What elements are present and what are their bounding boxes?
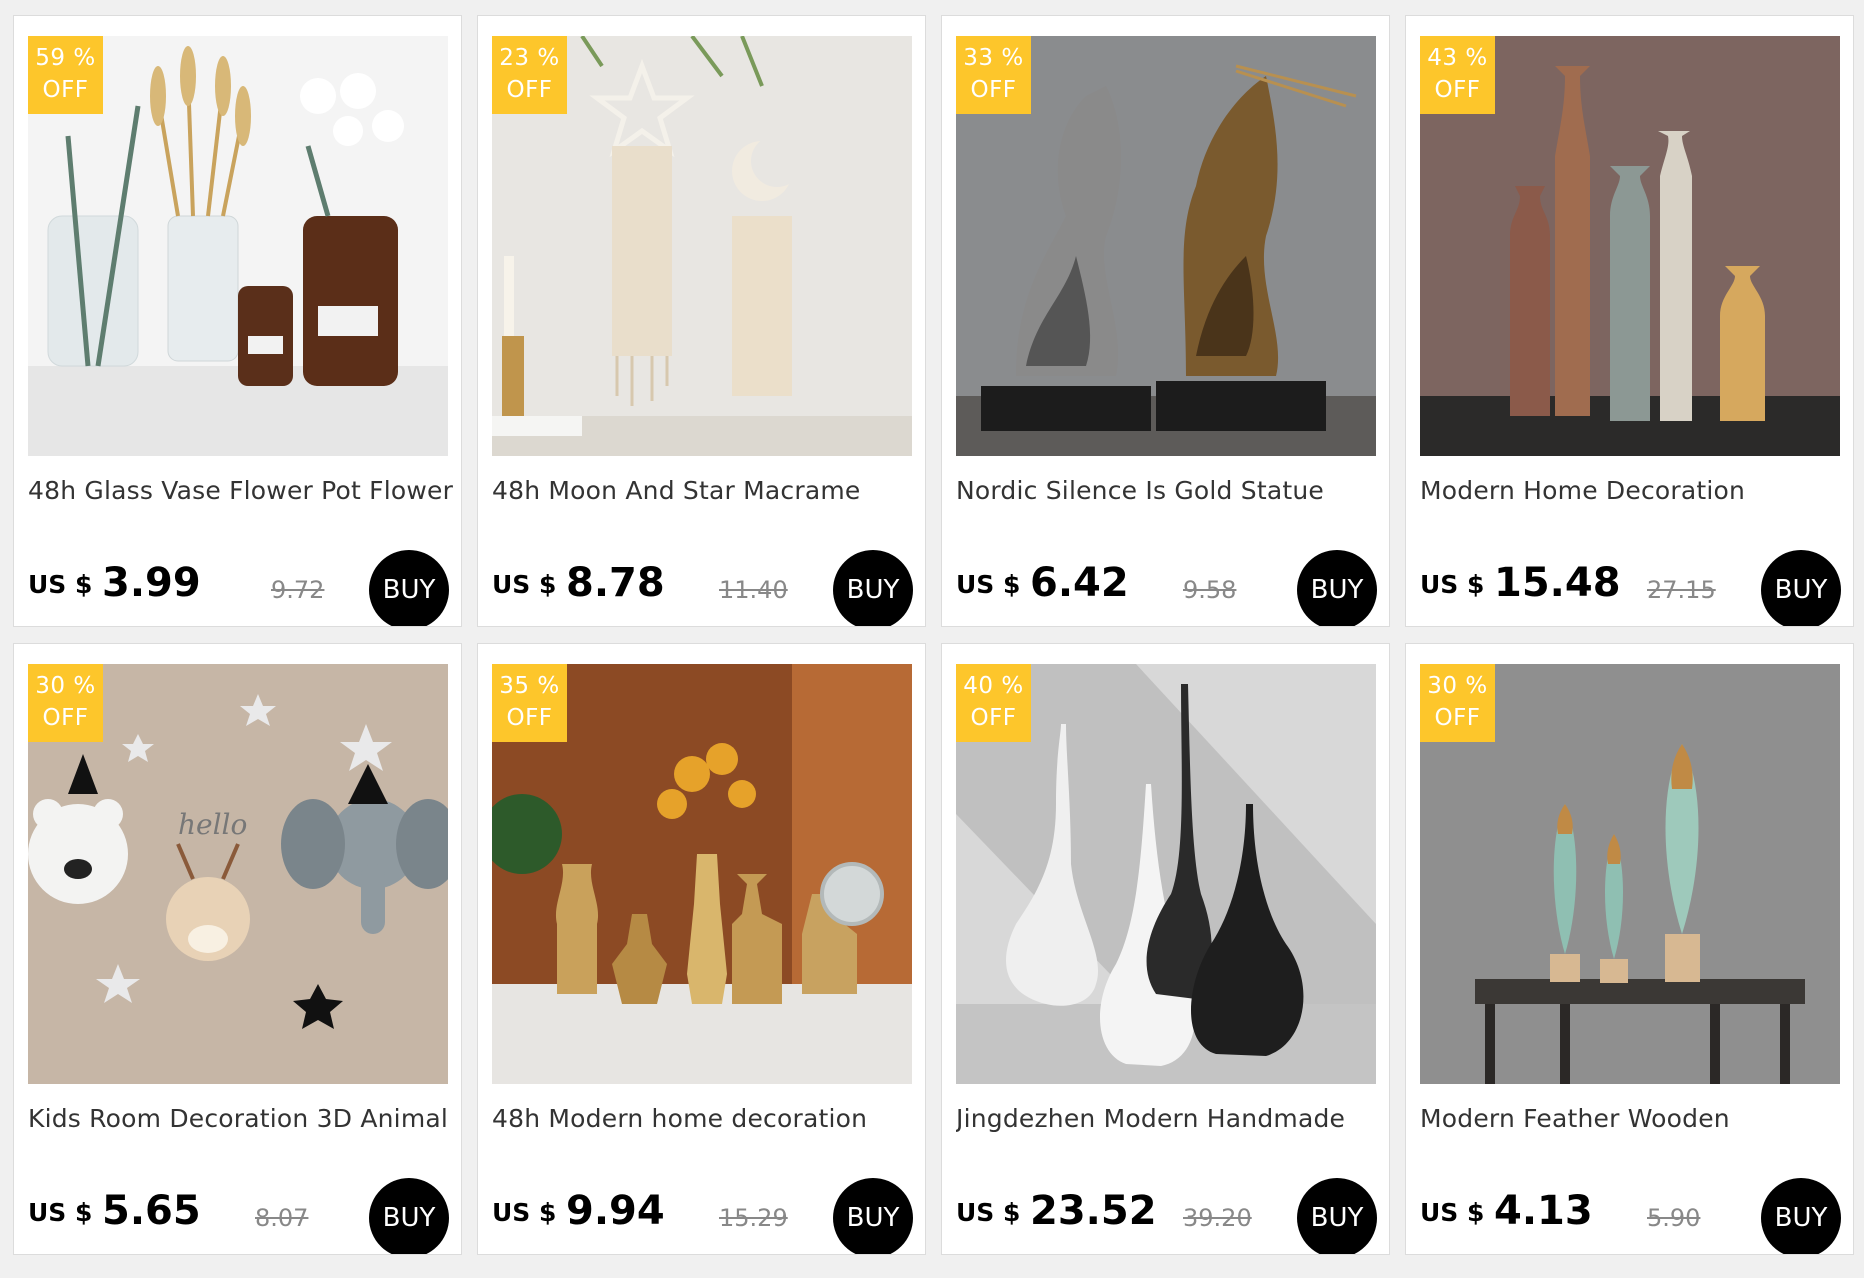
discount-badge: 33 % OFF [956, 36, 1031, 114]
currency-label: US $ [1420, 570, 1485, 599]
discount-badge: 59 % OFF [28, 36, 103, 114]
currency-label: US $ [956, 1198, 1021, 1227]
product-image[interactable]: 23 % OFF [492, 36, 912, 456]
discount-off-label: OFF [1434, 77, 1481, 103]
product-image[interactable]: 43 % OFF [1420, 36, 1840, 456]
price-row: US $ 4.13 5.90 BUY [1420, 1166, 1845, 1254]
price-row: US $ 23.52 39.20 BUY [956, 1166, 1381, 1254]
discount-off-label: OFF [970, 705, 1017, 731]
discount-off-label: OFF [42, 77, 89, 103]
discount-percent: 40 % [963, 673, 1024, 699]
currency-label: US $ [28, 570, 93, 599]
product-card[interactable]: 35 % OFF 48h Modern home decoration US $… [477, 643, 926, 1255]
original-price: 11.40 [719, 576, 788, 604]
discount-off-label: OFF [970, 77, 1017, 103]
discount-percent: 33 % [963, 45, 1024, 71]
discount-percent: 23 % [499, 45, 560, 71]
discount-badge: 43 % OFF [1420, 36, 1495, 114]
product-title[interactable]: Kids Room Decoration 3D Animal [28, 1104, 453, 1133]
buy-button[interactable]: BUY [833, 1178, 913, 1254]
original-price: 9.72 [271, 576, 325, 604]
product-card[interactable]: 40 % OFF Jingdezhen Modern Handmade US $… [941, 643, 1390, 1255]
product-title[interactable]: 48h Moon And Star Macrame [492, 476, 917, 505]
price-row: US $ 9.94 15.29 BUY [492, 1166, 917, 1254]
original-price: 9.58 [1183, 576, 1237, 604]
sale-price: 4.13 [1494, 1188, 1593, 1234]
discount-badge: 23 % OFF [492, 36, 567, 114]
buy-button[interactable]: BUY [833, 550, 913, 626]
discount-percent: 35 % [499, 673, 560, 699]
buy-button[interactable]: BUY [369, 1178, 449, 1254]
product-card[interactable]: 43 % OFF Modern Home Decoration US $ 15.… [1405, 15, 1854, 627]
sale-price: 9.94 [566, 1188, 665, 1234]
original-price: 8.07 [255, 1204, 309, 1232]
sale-price: 3.99 [102, 560, 201, 606]
sale-price: 6.42 [1030, 560, 1129, 606]
discount-percent: 30 % [1427, 673, 1488, 699]
product-card[interactable]: 30 % OFF Modern Feather Wooden US $ 4.13… [1405, 643, 1854, 1255]
sale-price: 15.48 [1494, 560, 1621, 606]
svg-text:hello: hello [178, 808, 247, 841]
original-price: 15.29 [719, 1204, 788, 1232]
product-card[interactable]: 23 % OFF 48h Moon And Star Macrame US $ … [477, 15, 926, 627]
discount-off-label: OFF [506, 705, 553, 731]
product-image[interactable]: 33 % OFF [956, 36, 1376, 456]
currency-label: US $ [492, 1198, 557, 1227]
product-image[interactable]: 35 % OFF [492, 664, 912, 1084]
discount-badge: 40 % OFF [956, 664, 1031, 742]
sale-price: 5.65 [102, 1188, 201, 1234]
product-grid: 59 % OFF 48h Glass Vase Flower Pot Flowe… [0, 0, 1864, 1278]
product-title[interactable]: Jingdezhen Modern Handmade [956, 1104, 1381, 1133]
product-title[interactable]: Modern Home Decoration [1420, 476, 1845, 505]
original-price: 5.90 [1647, 1204, 1701, 1232]
product-title[interactable]: 48h Glass Vase Flower Pot Flower [28, 476, 453, 505]
currency-label: US $ [1420, 1198, 1485, 1227]
product-card[interactable]: hello 30 % OFF Kids Room Decoration 3D A… [13, 643, 462, 1255]
price-row: US $ 8.78 11.40 BUY [492, 538, 917, 626]
price-row: US $ 15.48 27.15 BUY [1420, 538, 1845, 626]
currency-label: US $ [492, 570, 557, 599]
currency-label: US $ [956, 570, 1021, 599]
product-image[interactable]: 30 % OFF [1420, 664, 1840, 1084]
buy-button[interactable]: BUY [1761, 1178, 1841, 1254]
sale-price: 8.78 [566, 560, 665, 606]
discount-percent: 59 % [35, 45, 96, 71]
product-image[interactable]: 40 % OFF [956, 664, 1376, 1084]
discount-off-label: OFF [506, 77, 553, 103]
product-title[interactable]: Modern Feather Wooden [1420, 1104, 1845, 1133]
original-price: 27.15 [1647, 576, 1716, 604]
product-image[interactable]: 59 % OFF [28, 36, 448, 456]
original-price: 39.20 [1183, 1204, 1252, 1232]
discount-badge: 30 % OFF [28, 664, 103, 742]
product-image[interactable]: hello 30 % OFF [28, 664, 448, 1084]
discount-off-label: OFF [42, 705, 89, 731]
product-card[interactable]: 33 % OFF Nordic Silence Is Gold Statue U… [941, 15, 1390, 627]
product-title[interactable]: Nordic Silence Is Gold Statue [956, 476, 1381, 505]
price-row: US $ 6.42 9.58 BUY [956, 538, 1381, 626]
discount-percent: 43 % [1427, 45, 1488, 71]
buy-button[interactable]: BUY [1761, 550, 1841, 626]
discount-percent: 30 % [35, 673, 96, 699]
currency-label: US $ [28, 1198, 93, 1227]
discount-off-label: OFF [1434, 705, 1481, 731]
price-row: US $ 5.65 8.07 BUY [28, 1166, 453, 1254]
buy-button[interactable]: BUY [369, 550, 449, 626]
buy-button[interactable]: BUY [1297, 550, 1377, 626]
price-row: US $ 3.99 9.72 BUY [28, 538, 453, 626]
buy-button[interactable]: BUY [1297, 1178, 1377, 1254]
discount-badge: 35 % OFF [492, 664, 567, 742]
sale-price: 23.52 [1030, 1188, 1157, 1234]
discount-badge: 30 % OFF [1420, 664, 1495, 742]
product-card[interactable]: 59 % OFF 48h Glass Vase Flower Pot Flowe… [13, 15, 462, 627]
product-title[interactable]: 48h Modern home decoration [492, 1104, 917, 1133]
